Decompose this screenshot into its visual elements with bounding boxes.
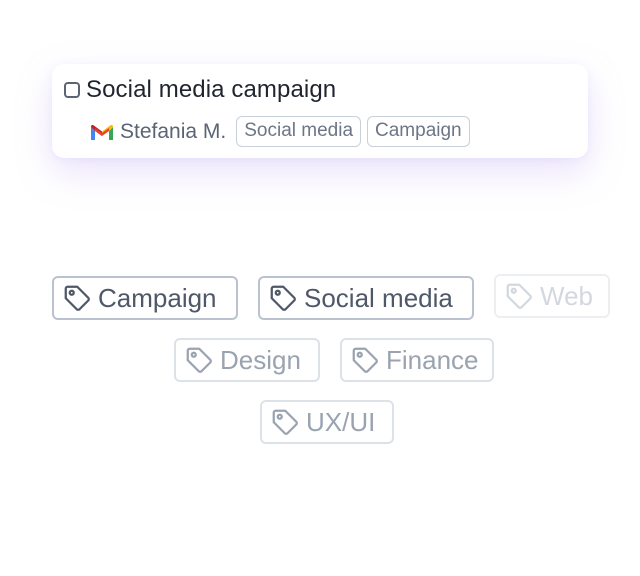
task-checkbox[interactable] (64, 82, 80, 98)
tag-icon (352, 347, 378, 373)
tag-chip-campaign[interactable]: Campaign (52, 276, 238, 320)
tag-chip-label: Design (220, 344, 301, 375)
task-meta: Stefania M. Social media Campaign (90, 116, 470, 147)
tag-chip-finance[interactable]: Finance (340, 338, 494, 382)
gmail-icon (91, 124, 113, 140)
tag-icon (506, 283, 532, 309)
task-header: Social media campaign (64, 76, 336, 104)
tag-icon (186, 347, 212, 373)
task-title: Social media campaign (86, 76, 337, 103)
tag-chip-label: Finance (386, 344, 479, 375)
tag-chip-label: Web (540, 280, 593, 311)
tag-chip-web[interactable]: Web (494, 274, 610, 318)
tag-chip-label: Campaign (98, 282, 217, 313)
tag-icon (272, 409, 298, 435)
task-tag-campaign[interactable]: Campaign (367, 116, 470, 147)
assignee-name: Stefania M. (120, 119, 227, 143)
tag-chip-label: UX/UI (306, 406, 376, 437)
task-card[interactable]: Social media campaign Stefania M. Social… (52, 64, 588, 158)
task-tag-social-media[interactable]: Social media (236, 116, 362, 147)
tag-chip-design[interactable]: Design (174, 338, 320, 382)
tag-chip-ux-ui[interactable]: UX/UI (260, 400, 394, 444)
tag-chip-social-media[interactable]: Social media (258, 276, 474, 320)
tag-icon (270, 285, 296, 311)
tag-icon (64, 285, 90, 311)
tag-chip-label: Social media (304, 282, 453, 313)
tag-picker-scene: Social media campaign Stefania M. Social… (0, 0, 640, 576)
